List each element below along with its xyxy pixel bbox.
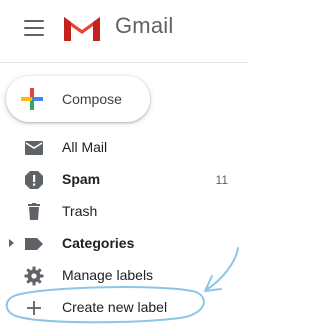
sidebar-item-spam[interactable]: Spam 11 <box>0 164 248 196</box>
trash-icon <box>28 203 40 220</box>
compose-label: Compose <box>62 91 122 107</box>
main-menu-icon[interactable] <box>24 20 44 36</box>
sidebar-item-label: Categories <box>62 235 135 251</box>
unread-count: 11 <box>215 173 228 187</box>
sidebar-item-label: Spam <box>62 171 101 187</box>
all-mail-icon <box>25 141 43 155</box>
label-icon <box>25 238 43 250</box>
spam-icon <box>25 171 43 189</box>
sidebar-item-label: All Mail <box>62 139 108 155</box>
gmail-logo-icon[interactable] <box>62 13 102 43</box>
compose-button[interactable]: Compose <box>6 76 150 122</box>
sidebar-item-label: Trash <box>62 203 98 219</box>
app-title: Gmail <box>115 13 174 38</box>
expand-arrow-icon[interactable] <box>9 239 14 247</box>
sidebar-item-label: Manage labels <box>62 267 154 283</box>
create-new-label-button[interactable]: Create new label <box>0 292 248 324</box>
gear-icon <box>24 266 44 286</box>
plus-icon <box>27 301 41 315</box>
sidebar-item-label: Create new label <box>62 299 168 315</box>
app-header: Gmail <box>0 0 248 63</box>
sidebar-item-manage-labels[interactable]: Manage labels <box>0 260 248 292</box>
sidebar-item-trash[interactable]: Trash <box>0 196 248 228</box>
plus-icon <box>21 88 43 110</box>
sidebar-item-all-mail[interactable]: All Mail <box>0 132 248 164</box>
sidebar-item-categories[interactable]: Categories <box>0 228 248 260</box>
